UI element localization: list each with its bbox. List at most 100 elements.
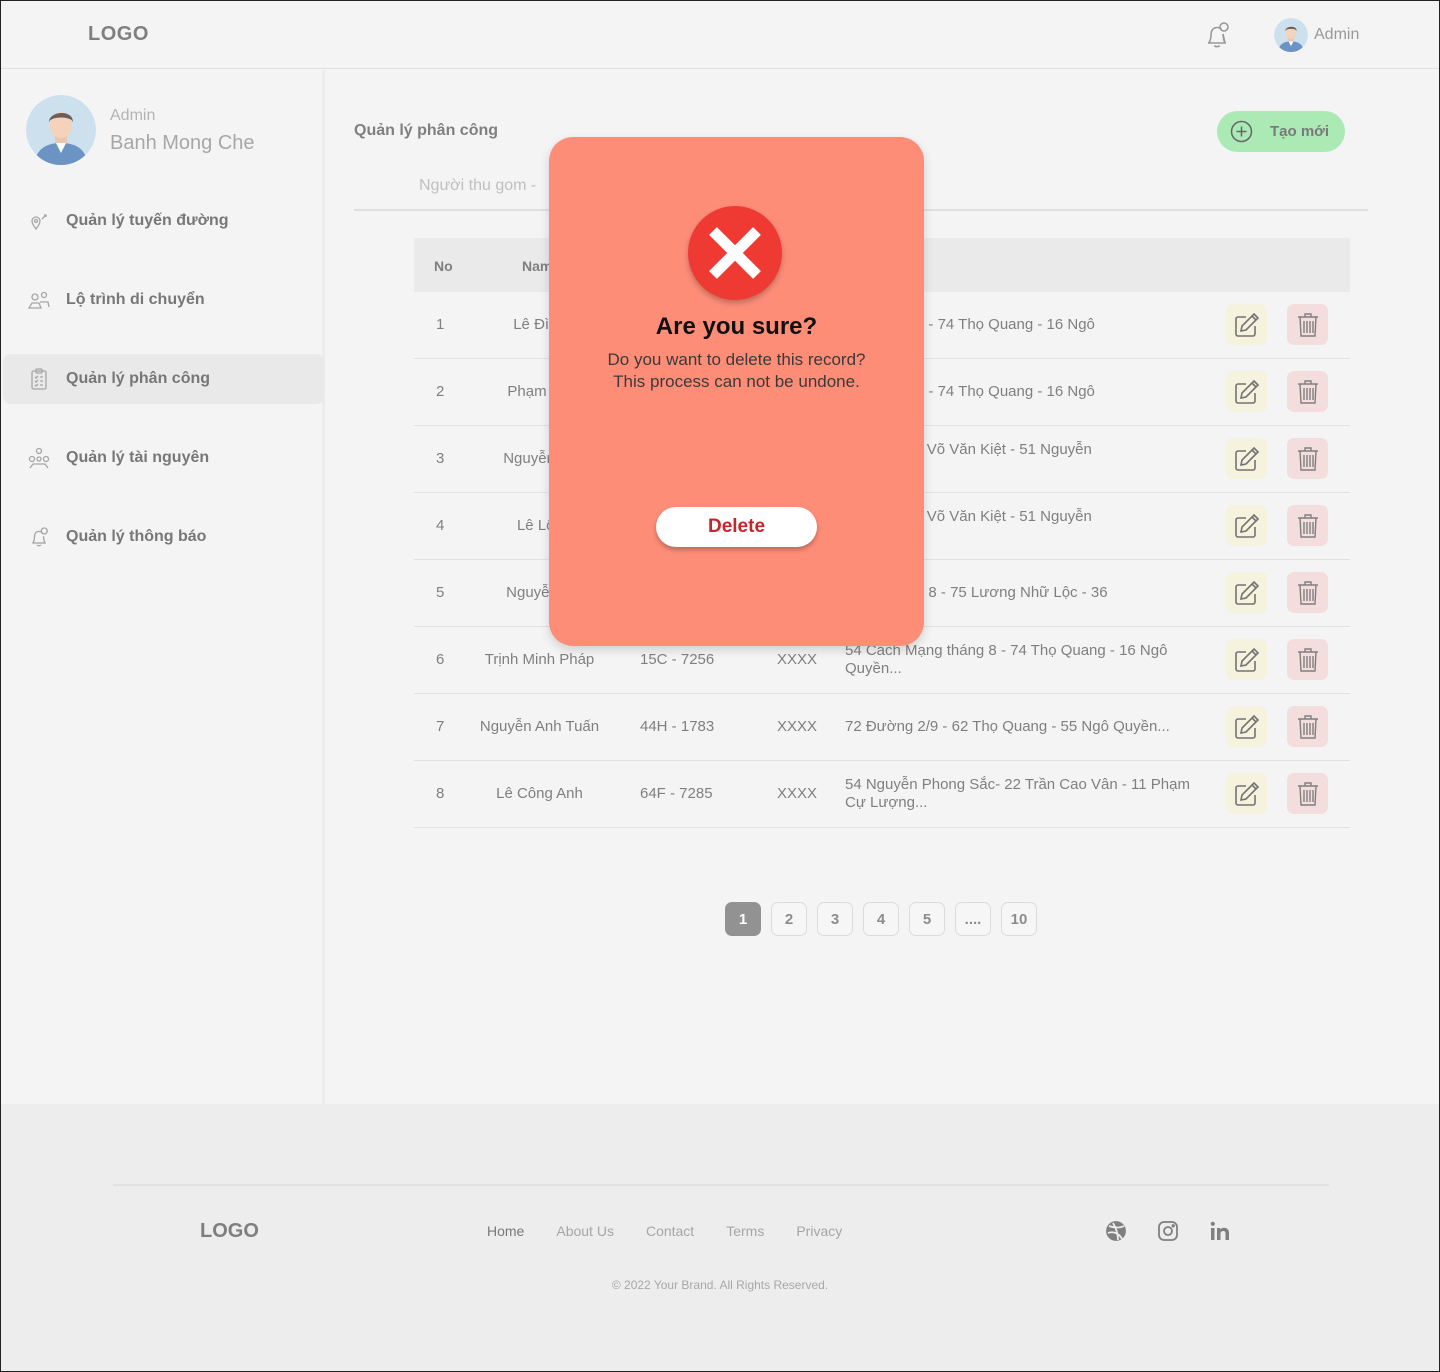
- row-code: XXXX: [777, 718, 818, 735]
- page-button[interactable]: 2: [771, 902, 807, 936]
- row-plate: 64F - 7285: [640, 785, 713, 802]
- pencil-icon: [1234, 513, 1259, 538]
- footer-social: [1105, 1220, 1231, 1242]
- resources-icon: [27, 446, 51, 470]
- copyright: © 2022 Your Brand. All Rights Reserved.: [611, 1278, 829, 1292]
- footer: LOGO Home About Us Contact Terms Privacy: [1, 1104, 1439, 1371]
- page-button[interactable]: 3: [817, 902, 853, 936]
- trash-icon: [1297, 446, 1318, 471]
- sidebar: Admin Banh Mong Che Quản lý tuyến đường …: [1, 70, 325, 1104]
- edit-button[interactable]: [1226, 438, 1267, 479]
- delete-button[interactable]: Delete: [656, 507, 817, 547]
- row-route: 54 Nguyễn Phong Sắc- 22 Trần Cao Vân - 1…: [845, 776, 1190, 811]
- edit-button[interactable]: [1226, 505, 1267, 546]
- bell-icon: [27, 525, 51, 549]
- page-button[interactable]: 5: [909, 902, 945, 936]
- dialog-message: Do you want to delete this record? This …: [549, 349, 924, 393]
- footer-link-home[interactable]: Home: [487, 1223, 524, 1239]
- delete-row-button[interactable]: [1287, 572, 1328, 613]
- delete-row-button[interactable]: [1287, 438, 1328, 479]
- footer-link-terms[interactable]: Terms: [726, 1223, 764, 1239]
- pencil-icon: [1234, 647, 1259, 672]
- profile-role: Admin: [110, 107, 156, 124]
- header-user-label[interactable]: Admin: [1314, 26, 1359, 44]
- pencil-icon: [1234, 781, 1259, 806]
- delete-row-button[interactable]: [1287, 371, 1328, 412]
- row-number: 1: [436, 316, 445, 333]
- sidebar-item-label: Quản lý tuyến đường: [66, 212, 229, 229]
- delete-row-button[interactable]: [1287, 505, 1328, 546]
- sidebar-item-notifications[interactable]: Quản lý thông báo: [3, 512, 324, 562]
- row-number: 2: [436, 383, 445, 400]
- linkedin-icon[interactable]: [1209, 1220, 1231, 1242]
- tab-collector[interactable]: Người thu gom -: [419, 177, 536, 195]
- top-header: LOGO Admin: [1, 1, 1439, 69]
- app-frame: LOGO Admin Admin Banh Mong Che Quản lý t…: [0, 0, 1440, 1372]
- row-route: 54 Cách Mạng tháng 8 - 74 Thọ Quang - 16…: [845, 642, 1168, 677]
- edit-button[interactable]: [1226, 371, 1267, 412]
- edit-button[interactable]: [1226, 572, 1267, 613]
- sidebar-item-label: Quản lý thông báo: [66, 528, 207, 545]
- pencil-icon: [1234, 446, 1259, 471]
- row-name: Trịnh Minh Pháp: [484, 651, 595, 668]
- page-button[interactable]: 4: [863, 902, 899, 936]
- trash-icon: [1297, 513, 1318, 538]
- trash-icon: [1297, 379, 1318, 404]
- pagination: 1 2 3 4 5.... 10: [725, 902, 1037, 937]
- footer-logo[interactable]: LOGO: [200, 1220, 259, 1243]
- edit-button[interactable]: [1226, 706, 1267, 747]
- dialog-title: Are you sure?: [655, 313, 818, 340]
- row-plate: 44H - 1783: [640, 718, 715, 735]
- sidebar-item-assignment[interactable]: Quản lý phân công: [3, 354, 324, 404]
- row-number: 6: [436, 651, 445, 668]
- delete-row-button[interactable]: [1287, 706, 1328, 747]
- table-row: 8 Lê Công Anh 64F - 7285 XXXX 54 Nguyễn Phon…: [414, 761, 1350, 828]
- row-plate: 15C - 7256: [640, 651, 715, 668]
- footer-link-about[interactable]: About Us: [556, 1223, 614, 1239]
- instagram-icon[interactable]: [1157, 1220, 1179, 1242]
- footer-divider: [113, 1184, 1329, 1186]
- edit-button[interactable]: [1226, 773, 1267, 814]
- row-name: Lê Công Anh: [496, 785, 583, 802]
- table-row: 7 Nguyễn Anh Tuấn 44H - 1783 XXXX 72 Đường 2…: [414, 694, 1350, 761]
- close-x-icon: [688, 206, 782, 300]
- header-logo[interactable]: LOGO: [88, 23, 149, 46]
- pencil-icon: [1234, 312, 1259, 337]
- bell-icon[interactable]: [1201, 19, 1233, 51]
- row-code: XXXX: [777, 785, 818, 802]
- edit-button[interactable]: [1226, 639, 1267, 680]
- delete-row-button[interactable]: [1287, 773, 1328, 814]
- footer-link-contact[interactable]: Contact: [646, 1223, 694, 1239]
- sidebar-item-label: Lộ trình di chuyển: [66, 291, 205, 308]
- pencil-icon: [1234, 379, 1259, 404]
- row-code: XXXX: [777, 651, 818, 668]
- row-number: 4: [436, 517, 445, 534]
- footer-link-privacy[interactable]: Privacy: [796, 1223, 842, 1239]
- sidebar-item-journey[interactable]: Lộ trình di chuyển: [3, 275, 324, 325]
- profile-avatar: [26, 95, 96, 165]
- row-number: 5: [436, 584, 445, 601]
- edit-button[interactable]: [1226, 304, 1267, 345]
- sidebar-item-label: Quản lý tài nguyên: [66, 449, 210, 466]
- delete-row-button[interactable]: [1287, 304, 1328, 345]
- create-button-label: Tạo mới: [1270, 123, 1330, 140]
- dribbble-icon[interactable]: [1105, 1220, 1127, 1242]
- sidebar-item-label: Quản lý phân công: [66, 370, 211, 387]
- sidebar-item-routes[interactable]: Quản lý tuyến đường: [3, 196, 324, 246]
- dialog-message-line: This process can not be undone.: [613, 372, 860, 391]
- sidebar-item-resources[interactable]: Quản lý tài nguyên: [3, 433, 324, 483]
- trash-icon: [1297, 312, 1318, 337]
- page-button[interactable]: ....: [955, 902, 991, 936]
- row-route: 72 Đường 2/9 - 62 Thọ Quang - 55 Ngô Quy…: [845, 718, 1170, 735]
- row-number: 3: [436, 450, 445, 467]
- avatar[interactable]: [1274, 18, 1308, 52]
- footer-links: Home About Us Contact Terms Privacy: [487, 1223, 842, 1239]
- page-button[interactable]: 1: [725, 902, 761, 936]
- delete-row-button[interactable]: [1287, 639, 1328, 680]
- create-button[interactable]: Tạo mới: [1217, 111, 1345, 152]
- trash-icon: [1297, 647, 1318, 672]
- dialog-message-line: Do you want to delete this record?: [607, 350, 866, 369]
- page-button[interactable]: 10: [1001, 902, 1037, 936]
- pencil-icon: [1234, 714, 1259, 739]
- clipboard-icon: [27, 367, 51, 391]
